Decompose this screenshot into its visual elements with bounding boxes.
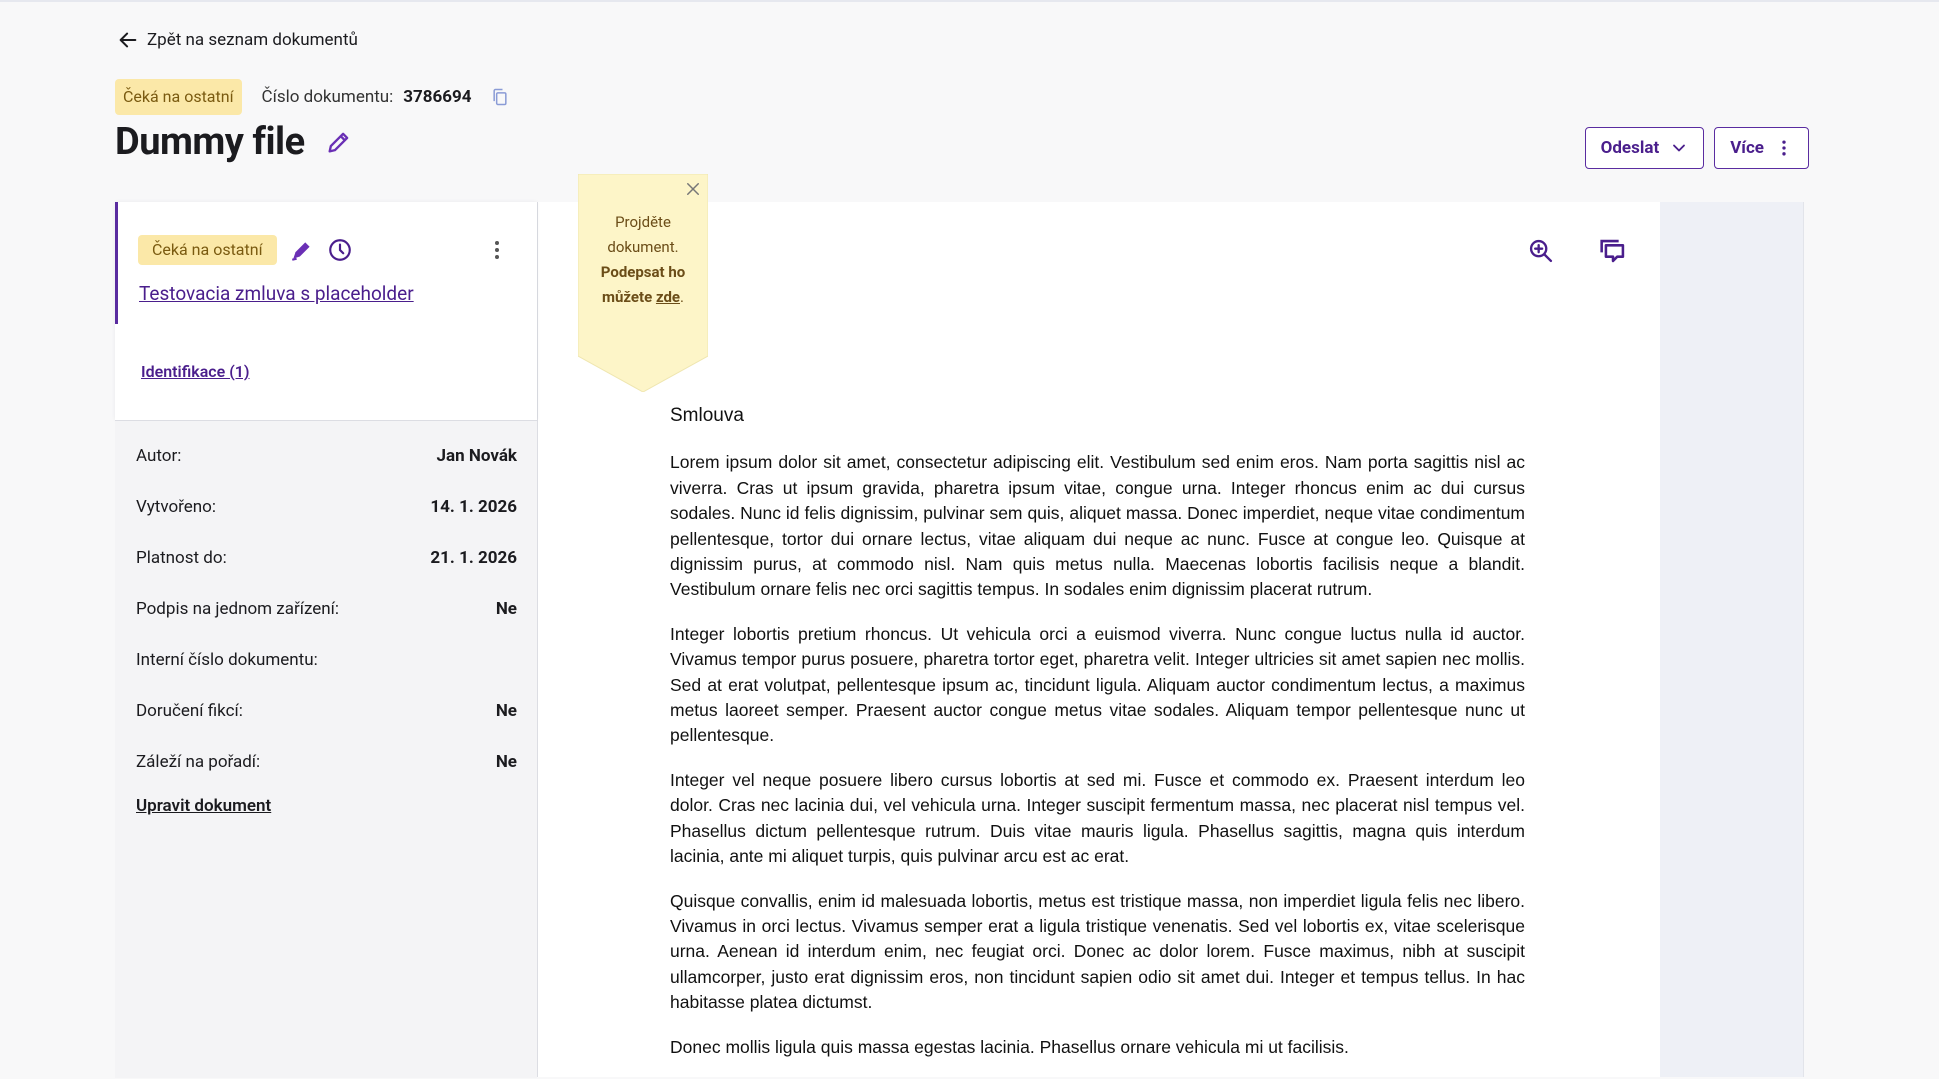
document-paragraph: Integer lobortis pretium rhoncus. Ut veh…	[670, 623, 1525, 746]
hint-tooltip: Projděte dokument. Podepsat ho můžete zd…	[578, 174, 708, 392]
tooltip-sign-link[interactable]: zde	[656, 288, 680, 306]
info-row-author: Autor: Jan Novák	[136, 446, 517, 466]
back-to-list-link[interactable]: Zpět na seznam dokumentů	[117, 29, 358, 51]
info-label: Platnost do:	[136, 548, 227, 568]
tooltip-line1: Projděte dokument.	[607, 213, 679, 256]
card-status-row: Čeká na ostatní	[138, 235, 353, 265]
info-value: Ne	[495, 599, 517, 619]
chevron-down-icon	[1673, 144, 1686, 152]
panel-divider	[537, 202, 538, 1077]
info-row-order-matters: Záleží na pořadí: Ne	[136, 752, 517, 772]
more-label: Více	[1730, 138, 1764, 158]
document-paragraph: Lorem ipsum dolor sit amet, consectetur …	[670, 452, 1525, 600]
more-button[interactable]: Více	[1714, 127, 1809, 169]
info-row-single-device: Podpis na jednom zařízení: Ne	[136, 599, 517, 619]
info-row-valid-until: Platnost do: 21. 1. 2026	[136, 548, 517, 568]
back-label: Zpět na seznam dokumentů	[147, 30, 358, 50]
document-number-value: 3786694	[403, 87, 472, 107]
sign-pen-icon	[291, 242, 310, 261]
zoom-in-icon[interactable]	[1527, 237, 1555, 265]
comments-icon[interactable]	[1596, 234, 1630, 268]
top-border	[0, 0, 1939, 2]
info-value: Ne	[495, 752, 517, 772]
send-button[interactable]: Odeslat	[1584, 127, 1705, 169]
tooltip-text: Projděte dokument. Podepsat ho můžete zd…	[588, 210, 698, 310]
send-label: Odeslat	[1600, 138, 1660, 158]
document-paragraph: Donec mollis ligula quis massa egestas l…	[670, 1036, 1349, 1057]
document-name-link[interactable]: Testovacia zmluva s placeholder	[139, 282, 414, 305]
clock-icon	[328, 239, 351, 261]
document-content: Smlouva Lorem ipsum dolor sit amet, cons…	[670, 403, 1525, 1079]
card-status-badge: Čeká na ostatní	[138, 235, 277, 265]
edit-document-link[interactable]: Upravit dokument	[136, 796, 271, 816]
info-label: Vytvořeno:	[136, 497, 216, 517]
info-value: Ne	[495, 701, 517, 721]
viewer-sidebar	[1660, 202, 1804, 1077]
identification-link[interactable]: Identifikace (1)	[141, 362, 250, 381]
info-label: Podpis na jednom zařízení:	[136, 599, 339, 619]
kebab-icon	[1782, 140, 1786, 156]
info-label: Záleží na pořadí:	[136, 752, 261, 772]
info-label: Doručení fikcí:	[136, 701, 243, 721]
header-actions: Odeslat Více	[1584, 127, 1809, 169]
selected-accent	[115, 202, 118, 324]
info-row-internal-number: Interní číslo dokumentu:	[136, 650, 517, 670]
card-menu-icon[interactable]	[485, 238, 509, 262]
info-row-delivery-fiction: Doručení fikcí: Ne	[136, 701, 517, 721]
info-row-created: Vytvořeno: 14. 1. 2026	[136, 497, 517, 517]
title-row: Dummy file	[115, 120, 353, 164]
document-heading: Smlouva	[670, 405, 744, 426]
arrow-left-icon	[119, 32, 137, 48]
document-number: Číslo dokumentu: 3786694	[262, 87, 510, 107]
tooltip-end: .	[680, 288, 684, 306]
document-info-panel: Autor: Jan Novák Vytvořeno: 14. 1. 2026 …	[115, 420, 537, 1078]
info-value: Jan Novák	[436, 446, 517, 466]
document-meta: Čeká na ostatní Číslo dokumentu: 3786694	[115, 79, 510, 115]
info-label: Autor:	[136, 446, 182, 466]
copy-icon[interactable]	[490, 87, 510, 107]
document-paragraph: Quisque convallis, enim id malesuada lob…	[670, 890, 1525, 1013]
info-value: 21. 1. 2026	[430, 548, 517, 568]
info-label: Interní číslo dokumentu:	[136, 650, 318, 670]
info-value: 14. 1. 2026	[430, 497, 517, 517]
pencil-icon[interactable]	[325, 128, 353, 156]
document-paragraph: Integer vel neque posuere libero cursus …	[670, 769, 1525, 867]
document-number-label: Číslo dokumentu:	[261, 87, 394, 107]
status-badge: Čeká na ostatní	[115, 79, 242, 115]
document-card[interactable]: Čeká na ostatní Testovacia zmluva s plac…	[115, 202, 537, 420]
page-title: Dummy file	[115, 120, 305, 164]
close-icon[interactable]	[684, 180, 702, 198]
